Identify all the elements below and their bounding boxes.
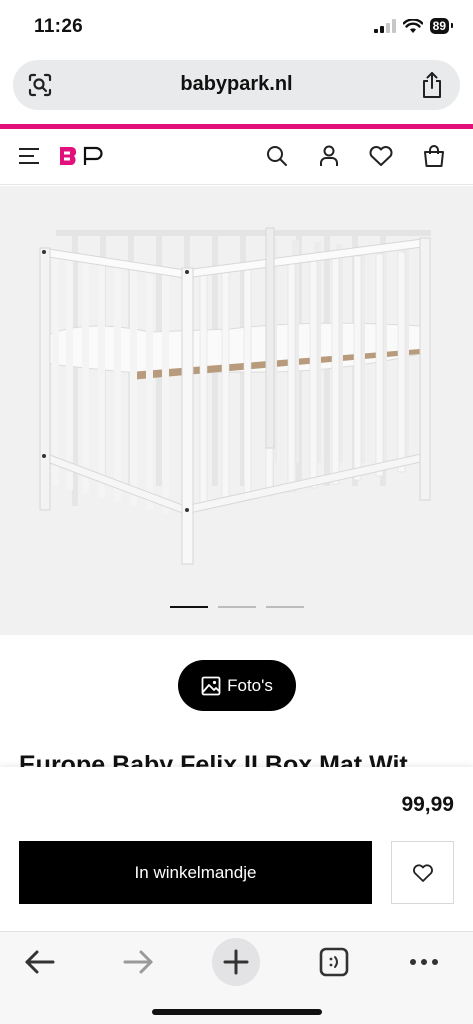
add-to-wishlist-button[interactable]	[391, 841, 454, 904]
address-bar[interactable]: babypark.nl	[13, 60, 460, 110]
tabs-icon	[319, 947, 349, 977]
gallery-pagination	[170, 606, 304, 608]
status-time: 11:26	[34, 16, 84, 37]
pagination-dot-active[interactable]	[170, 606, 208, 608]
bag-icon[interactable]	[422, 144, 446, 168]
account-icon[interactable]	[317, 144, 341, 168]
product-image-gallery[interactable]	[0, 186, 473, 635]
status-icons: 89	[373, 18, 454, 34]
signal-icon	[373, 19, 396, 33]
image-icon	[201, 676, 221, 695]
status-bar: 11:26 89	[0, 0, 473, 56]
babypark-logo[interactable]	[58, 145, 106, 167]
new-tab-icon	[223, 949, 249, 975]
forward-button[interactable]	[114, 938, 162, 986]
home-indicator[interactable]	[152, 1009, 322, 1015]
more-button[interactable]	[400, 938, 448, 986]
battery-indicator: 89	[429, 18, 454, 34]
menu-icon[interactable]	[18, 146, 40, 166]
url-text[interactable]: babypark.nl	[13, 73, 460, 96]
buy-panel: 99,99 In winkelmandje	[0, 767, 473, 932]
new-tab-button[interactable]	[212, 938, 260, 986]
add-to-cart-button[interactable]: In winkelmandje	[19, 841, 372, 904]
back-icon	[25, 950, 55, 974]
share-icon[interactable]	[420, 71, 444, 99]
photos-button-label: Foto's	[227, 675, 273, 695]
product-image[interactable]	[30, 224, 440, 574]
pagination-dot[interactable]	[266, 606, 304, 608]
pagination-dot[interactable]	[218, 606, 256, 608]
product-price: 99,99	[401, 793, 454, 816]
wishlist-icon[interactable]	[368, 144, 394, 168]
tabs-button[interactable]	[310, 938, 358, 986]
forward-icon	[123, 950, 153, 974]
search-icon[interactable]	[265, 144, 289, 168]
photos-button[interactable]: Foto's	[178, 660, 296, 711]
back-button[interactable]	[16, 938, 64, 986]
site-header	[0, 129, 473, 185]
heart-icon	[412, 863, 433, 882]
wifi-icon	[402, 18, 423, 33]
more-icon	[410, 959, 438, 965]
